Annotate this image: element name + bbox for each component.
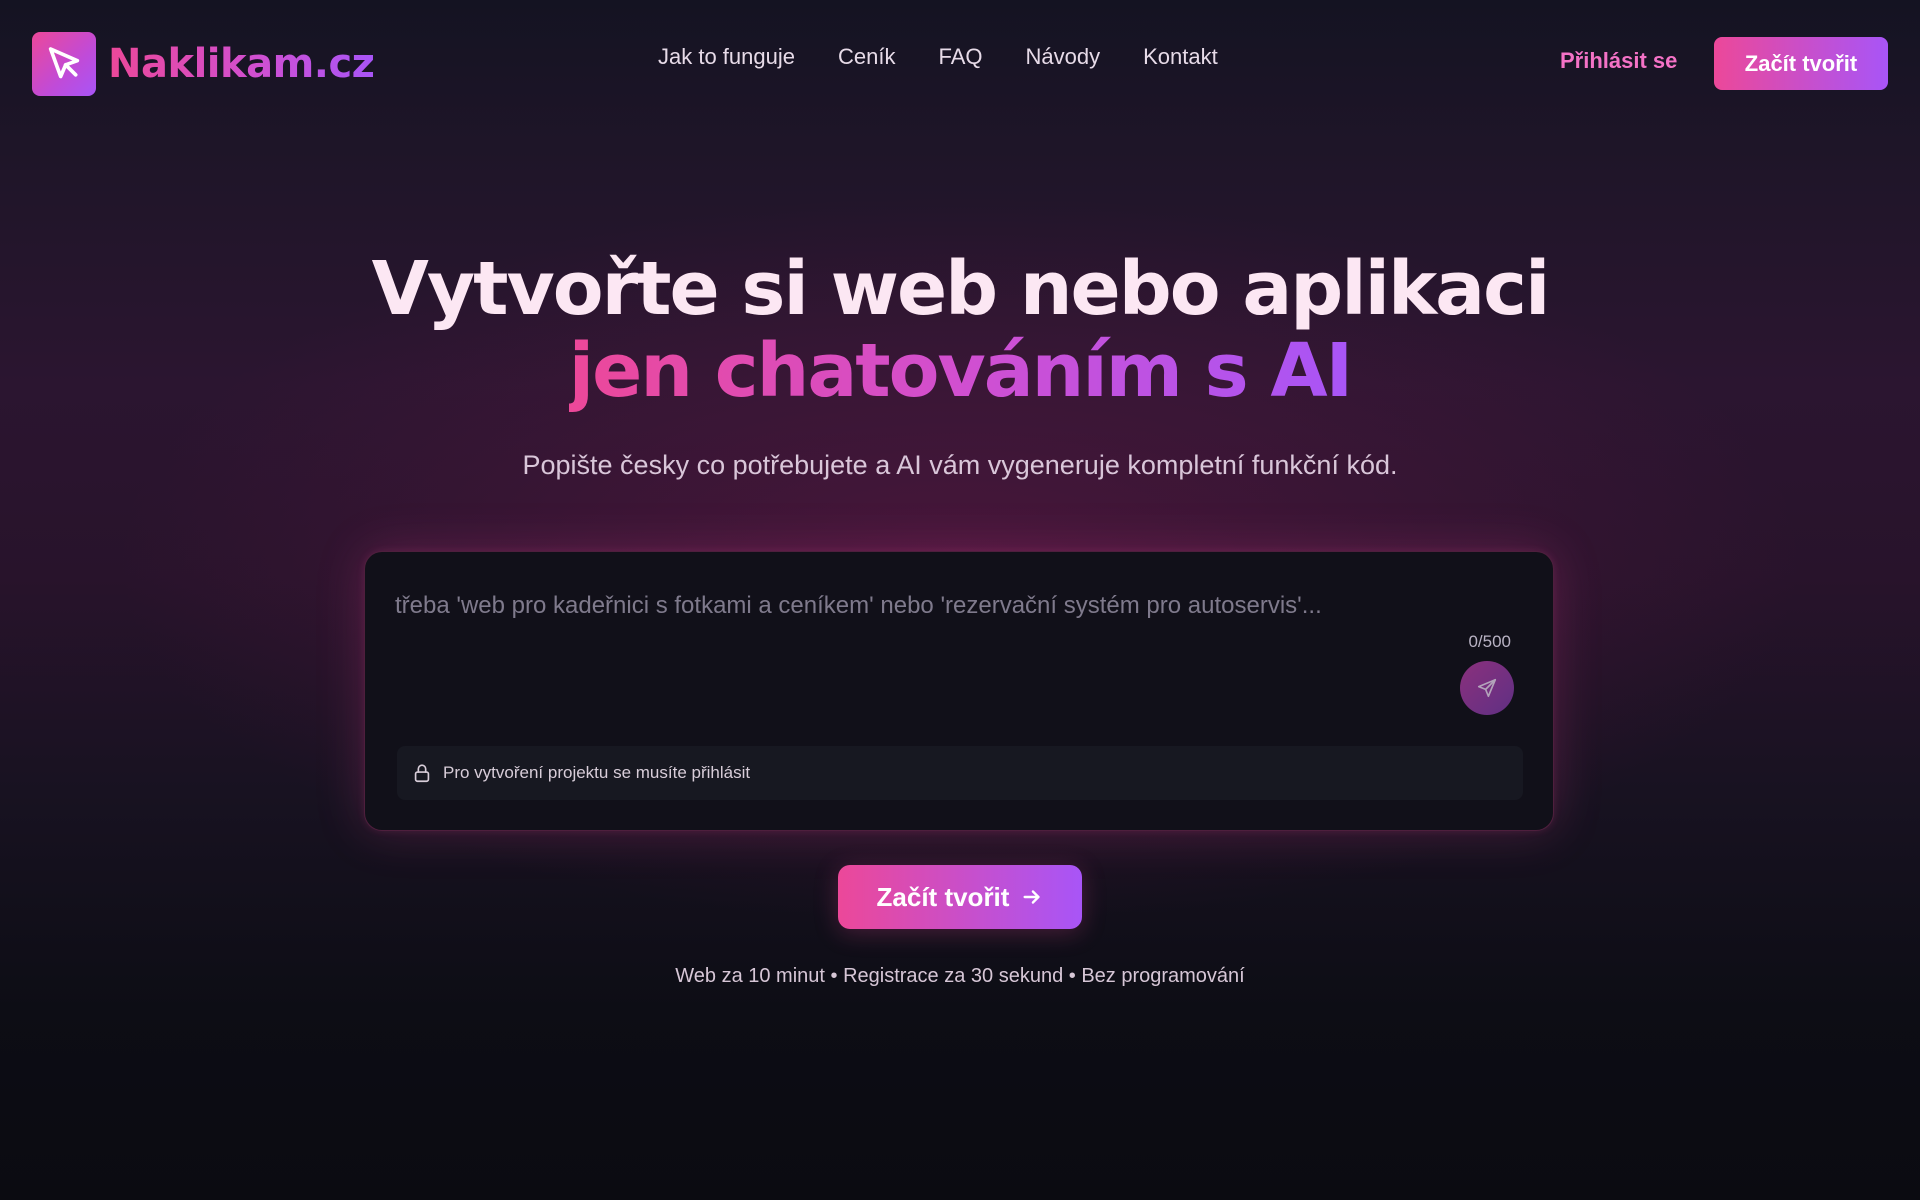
nav-item-navody[interactable]: Návody — [1025, 44, 1100, 70]
site-header: Naklikam.cz Jak to funguje Ceník FAQ Náv… — [0, 0, 1920, 128]
send-button[interactable] — [1460, 661, 1514, 715]
start-creating-button[interactable]: Začít tvořit — [838, 865, 1082, 929]
char-counter: 0/500 — [1468, 632, 1511, 651]
feature-tagline: Web za 10 minut • Registrace za 30 sekun… — [675, 965, 1245, 987]
cursor-arrow-icon — [32, 32, 96, 96]
hero-title-line2: jen chatováním s AI — [568, 328, 1353, 414]
logo-link[interactable]: Naklikam.cz — [32, 32, 375, 96]
nav-item-cenik[interactable]: Ceník — [838, 44, 895, 70]
main-nav: Jak to funguje Ceník FAQ Návody Kontakt — [658, 44, 1218, 70]
login-notice-text: Pro vytvoření projektu se musíte přihlás… — [443, 763, 751, 782]
send-icon — [1476, 677, 1498, 699]
prompt-input[interactable] — [395, 592, 1455, 692]
nav-item-faq[interactable]: FAQ — [938, 44, 982, 70]
login-link[interactable]: Přihlásit se — [1560, 48, 1677, 74]
hero-title-line1: Vytvořte si web nebo aplikaci — [371, 246, 1551, 332]
login-required-notice: Pro vytvoření projektu se musíte přihlás… — [397, 746, 1523, 800]
arrow-right-icon — [1021, 886, 1043, 908]
lock-icon — [411, 762, 433, 784]
hero-title: Vytvořte si web nebo aplikaci jen chatov… — [0, 248, 1920, 412]
start-creating-label: Začít tvořit — [876, 881, 1010, 912]
prompt-card: 0/500 Pro vytvoření projektu se musíte p… — [364, 551, 1554, 831]
hero-subtitle: Popište česky co potřebujete a AI vám vy… — [522, 450, 1398, 480]
nav-item-kontakt[interactable]: Kontakt — [1143, 44, 1218, 70]
brand-name: Naklikam.cz — [108, 41, 375, 87]
header-start-button[interactable]: Začít tvořit — [1714, 37, 1888, 90]
nav-item-jak-to-funguje[interactable]: Jak to funguje — [658, 44, 795, 70]
